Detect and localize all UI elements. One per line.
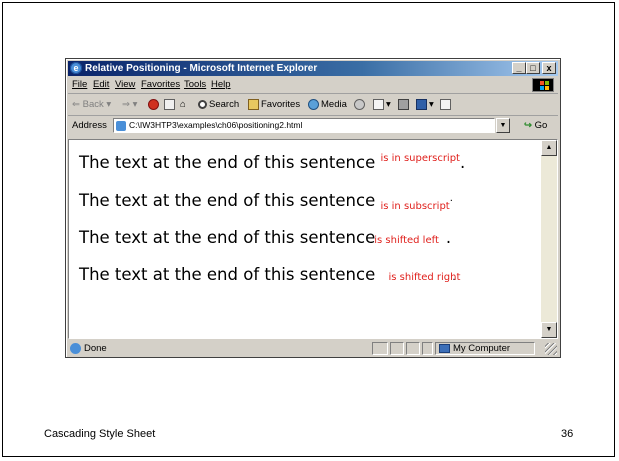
search-icon [198, 99, 207, 109]
menu-bar: File Edit View Favorites Tools Help [68, 77, 558, 94]
sentence-shifted-right: The text at the end of this sentence is … [79, 265, 461, 284]
superscript-span: is in superscript [380, 153, 460, 164]
print-icon [398, 98, 409, 110]
favorites-icon [248, 98, 259, 110]
toolbar: ⇐ Back ▾ ⇒ ▾ ⌂ Search Favorites Media ▾ … [68, 95, 558, 116]
address-bar: Address C:\IW3HTP3\examples\ch06\positio… [68, 117, 558, 135]
scroll-up-button[interactable]: ▲ [541, 140, 557, 156]
slide-page-number: 36 [561, 428, 574, 440]
status-bar: Done My Computer [68, 341, 558, 356]
browser-window: e Relative Positioning - Microsoft Inter… [65, 58, 561, 358]
discuss-button[interactable] [440, 95, 453, 115]
shifted-right-span: is shifted right [388, 272, 461, 283]
sentence-subscript: The text at the end of this sentence is … [79, 191, 453, 212]
ie-icon: e [70, 62, 82, 74]
status-text: Done [70, 341, 107, 356]
sentence-shifted-left: The text at the end of this sentenceis s… [79, 228, 452, 247]
home-icon: ⌂ [180, 99, 186, 110]
minimize-button[interactable]: _ [512, 62, 526, 74]
discuss-icon [440, 98, 451, 110]
menu-help[interactable]: Help [211, 77, 231, 93]
stop-button[interactable] [148, 95, 161, 115]
address-label: Address [72, 120, 107, 131]
media-icon [308, 98, 319, 110]
home-button[interactable]: ⌂ [180, 95, 186, 115]
status-panel [372, 342, 388, 355]
page-done-icon [70, 342, 81, 354]
mail-button[interactable]: ▾ [373, 95, 391, 115]
windows-logo-icon [532, 78, 554, 92]
back-button[interactable]: ⇐ Back ▾ [72, 95, 111, 115]
refresh-button[interactable] [164, 95, 177, 115]
status-panel [422, 342, 433, 355]
refresh-icon [164, 98, 175, 110]
word-icon [416, 98, 427, 110]
vertical-scrollbar[interactable]: ▲ ▼ [541, 140, 557, 338]
go-arrow-icon: ↪ [524, 120, 532, 131]
favorites-button[interactable]: Favorites [248, 95, 300, 115]
history-button[interactable] [354, 95, 367, 115]
forward-button[interactable]: ⇒ ▾ [122, 95, 137, 115]
window-title: Relative Positioning - Microsoft Interne… [85, 63, 318, 74]
subscript-span: is in subscript [380, 201, 450, 212]
slide-footer-title: Cascading Style Sheet [44, 428, 156, 440]
search-button[interactable]: Search [198, 95, 239, 115]
sentence-superscript: The text at the end of this sentence is … [79, 153, 466, 172]
status-panel [390, 342, 404, 355]
mail-icon [373, 98, 384, 110]
page-content: The text at the end of this sentence is … [68, 139, 558, 339]
close-button[interactable]: x [542, 62, 556, 74]
menu-view[interactable]: View [115, 77, 135, 93]
maximize-button[interactable]: □ [526, 62, 540, 74]
menu-favorites[interactable]: Favorites [141, 77, 180, 93]
menu-edit[interactable]: Edit [93, 77, 109, 93]
scroll-down-button[interactable]: ▼ [541, 322, 557, 338]
status-panel [406, 342, 420, 355]
menu-tools[interactable]: Tools [184, 77, 206, 93]
edit-button[interactable]: ▾ [416, 95, 434, 115]
shifted-left-span: is shifted left [374, 235, 439, 246]
security-zone: My Computer [435, 342, 535, 355]
address-input[interactable]: C:\IW3HTP3\examples\ch06\positioning2.ht… [113, 118, 495, 133]
menu-file[interactable]: File [72, 77, 87, 93]
resize-grip[interactable] [545, 343, 557, 355]
address-dropdown-button[interactable]: ▼ [496, 118, 510, 133]
stop-icon [148, 98, 159, 110]
page-icon [116, 120, 126, 131]
my-computer-icon [439, 343, 450, 353]
media-button[interactable]: Media [308, 95, 347, 115]
history-icon [354, 98, 365, 110]
go-button[interactable]: ↪ Go [524, 117, 547, 135]
print-button[interactable] [398, 95, 411, 115]
title-bar[interactable]: e Relative Positioning - Microsoft Inter… [68, 61, 558, 76]
